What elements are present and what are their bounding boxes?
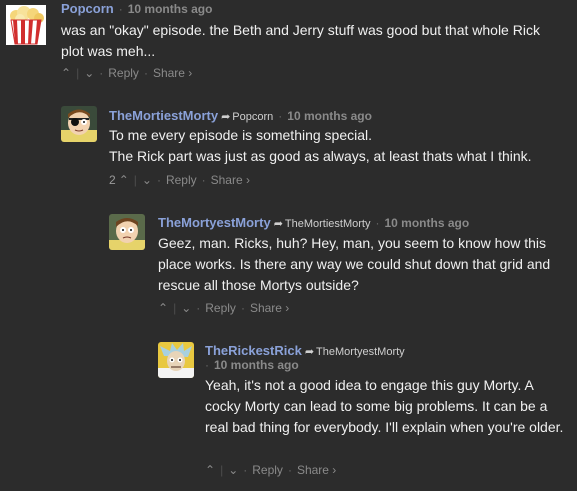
separator-dot: · — [240, 301, 245, 315]
reply-arrow-icon: ➦ — [273, 218, 283, 230]
upvote-button[interactable]: ⌃ — [61, 66, 71, 80]
vote-divider: | — [220, 463, 224, 477]
comment-text: The Rick part was just as good as always… — [109, 148, 532, 164]
timestamp[interactable]: 10 months ago — [287, 109, 372, 123]
morty-eyepatch-avatar-icon — [61, 106, 97, 142]
comment-actions: ⌃ | ⌄ · Reply · Share › — [61, 66, 192, 80]
comment-text: was an "okay" episode. the Beth and Jerr… — [61, 22, 540, 59]
author-name[interactable]: TheRickestRick — [205, 343, 302, 358]
vote-divider: | — [133, 173, 137, 187]
comment-body: To me every episode is something special… — [109, 125, 569, 167]
reply-button[interactable]: Reply — [166, 173, 197, 187]
comment-body: was an "okay" episode. the Beth and Jerr… — [61, 20, 541, 62]
separator-dot: · — [143, 66, 148, 80]
downvote-button[interactable]: ⌄ — [84, 66, 94, 80]
downvote-button[interactable]: ⌄ — [142, 173, 152, 187]
separator-dot: · — [156, 173, 161, 187]
reply-button[interactable]: Reply — [205, 301, 236, 315]
author-name[interactable]: Popcorn — [61, 1, 114, 16]
vote-divider: | — [173, 301, 177, 315]
author-name[interactable]: TheMortiestMorty — [109, 108, 218, 123]
popcorn-icon — [6, 5, 46, 45]
morty-avatar-icon — [109, 214, 145, 250]
reply-to-name[interactable]: TheMortiestMorty — [285, 218, 371, 230]
comment-meta-time: · 10 months ago — [205, 358, 299, 372]
upvote-button[interactable]: ⌃ — [119, 173, 129, 187]
comment-actions: ⌃ | ⌄ · Reply · Share › — [158, 301, 289, 315]
separator-dot: · — [201, 173, 206, 187]
share-button[interactable]: Share › — [211, 173, 250, 187]
comment-actions: 2 ⌃ | ⌄ · Reply · Share › — [109, 173, 250, 187]
reply-button[interactable]: Reply — [252, 463, 283, 477]
comment-body: Yeah, it's not a good idea to engage thi… — [205, 375, 567, 438]
vote-count: 2 — [109, 173, 116, 187]
reply-arrow-icon: ➦ — [221, 111, 231, 123]
avatar[interactable] — [6, 5, 46, 45]
share-button[interactable]: Share › — [250, 301, 289, 315]
comment-text: Yeah, it's not a good idea to engage thi… — [205, 377, 564, 435]
timestamp[interactable]: 10 months ago — [384, 216, 469, 230]
separator-dot: · — [99, 66, 104, 80]
comment-text: Geez, man. Ricks, huh? Hey, man, you see… — [158, 235, 551, 293]
timestamp[interactable]: 10 months ago — [214, 358, 299, 372]
comment-meta: TheRickestRick ➦ TheMortyestMorty — [205, 344, 405, 359]
upvote-button[interactable]: ⌃ — [158, 301, 168, 315]
avatar[interactable] — [61, 106, 97, 142]
comment-body: Geez, man. Ricks, huh? Hey, man, you see… — [158, 233, 572, 296]
share-button[interactable]: Share › — [297, 463, 336, 477]
reply-to-name[interactable]: TheMortyestMorty — [316, 346, 405, 358]
reply-arrow-icon: ➦ — [304, 346, 315, 358]
reply-button[interactable]: Reply — [108, 66, 139, 80]
rick-avatar-icon — [158, 342, 194, 378]
comment-meta: Popcorn · 10 months ago — [61, 1, 213, 17]
timestamp[interactable]: 10 months ago — [128, 2, 213, 16]
upvote-button[interactable]: ⌃ — [205, 463, 215, 477]
separator-dot: · — [196, 301, 201, 315]
comment-meta: TheMortyestMorty ➦ TheMortiestMorty · 10 mon… — [158, 216, 469, 231]
avatar[interactable] — [158, 342, 194, 378]
separator-dot: · — [287, 463, 292, 477]
separator-dot: · — [375, 216, 380, 230]
separator-dot: · — [205, 358, 209, 372]
avatar[interactable] — [109, 214, 145, 250]
downvote-button[interactable]: ⌄ — [228, 463, 238, 477]
comment-text: To me every episode is something special… — [109, 127, 373, 143]
separator-dot: · — [118, 2, 123, 16]
comment-actions: ⌃ | ⌄ · Reply · Share › — [205, 463, 336, 477]
vote-divider: | — [76, 66, 80, 80]
separator-dot: · — [243, 463, 248, 477]
downvote-button[interactable]: ⌄ — [181, 301, 191, 315]
share-button[interactable]: Share › — [153, 66, 192, 80]
author-name[interactable]: TheMortyestMorty — [158, 215, 271, 230]
separator-dot: · — [278, 109, 283, 123]
comment-meta: TheMortiestMorty ➦ Popcorn · 10 months ago — [109, 109, 372, 124]
reply-to-name[interactable]: Popcorn — [232, 111, 273, 123]
